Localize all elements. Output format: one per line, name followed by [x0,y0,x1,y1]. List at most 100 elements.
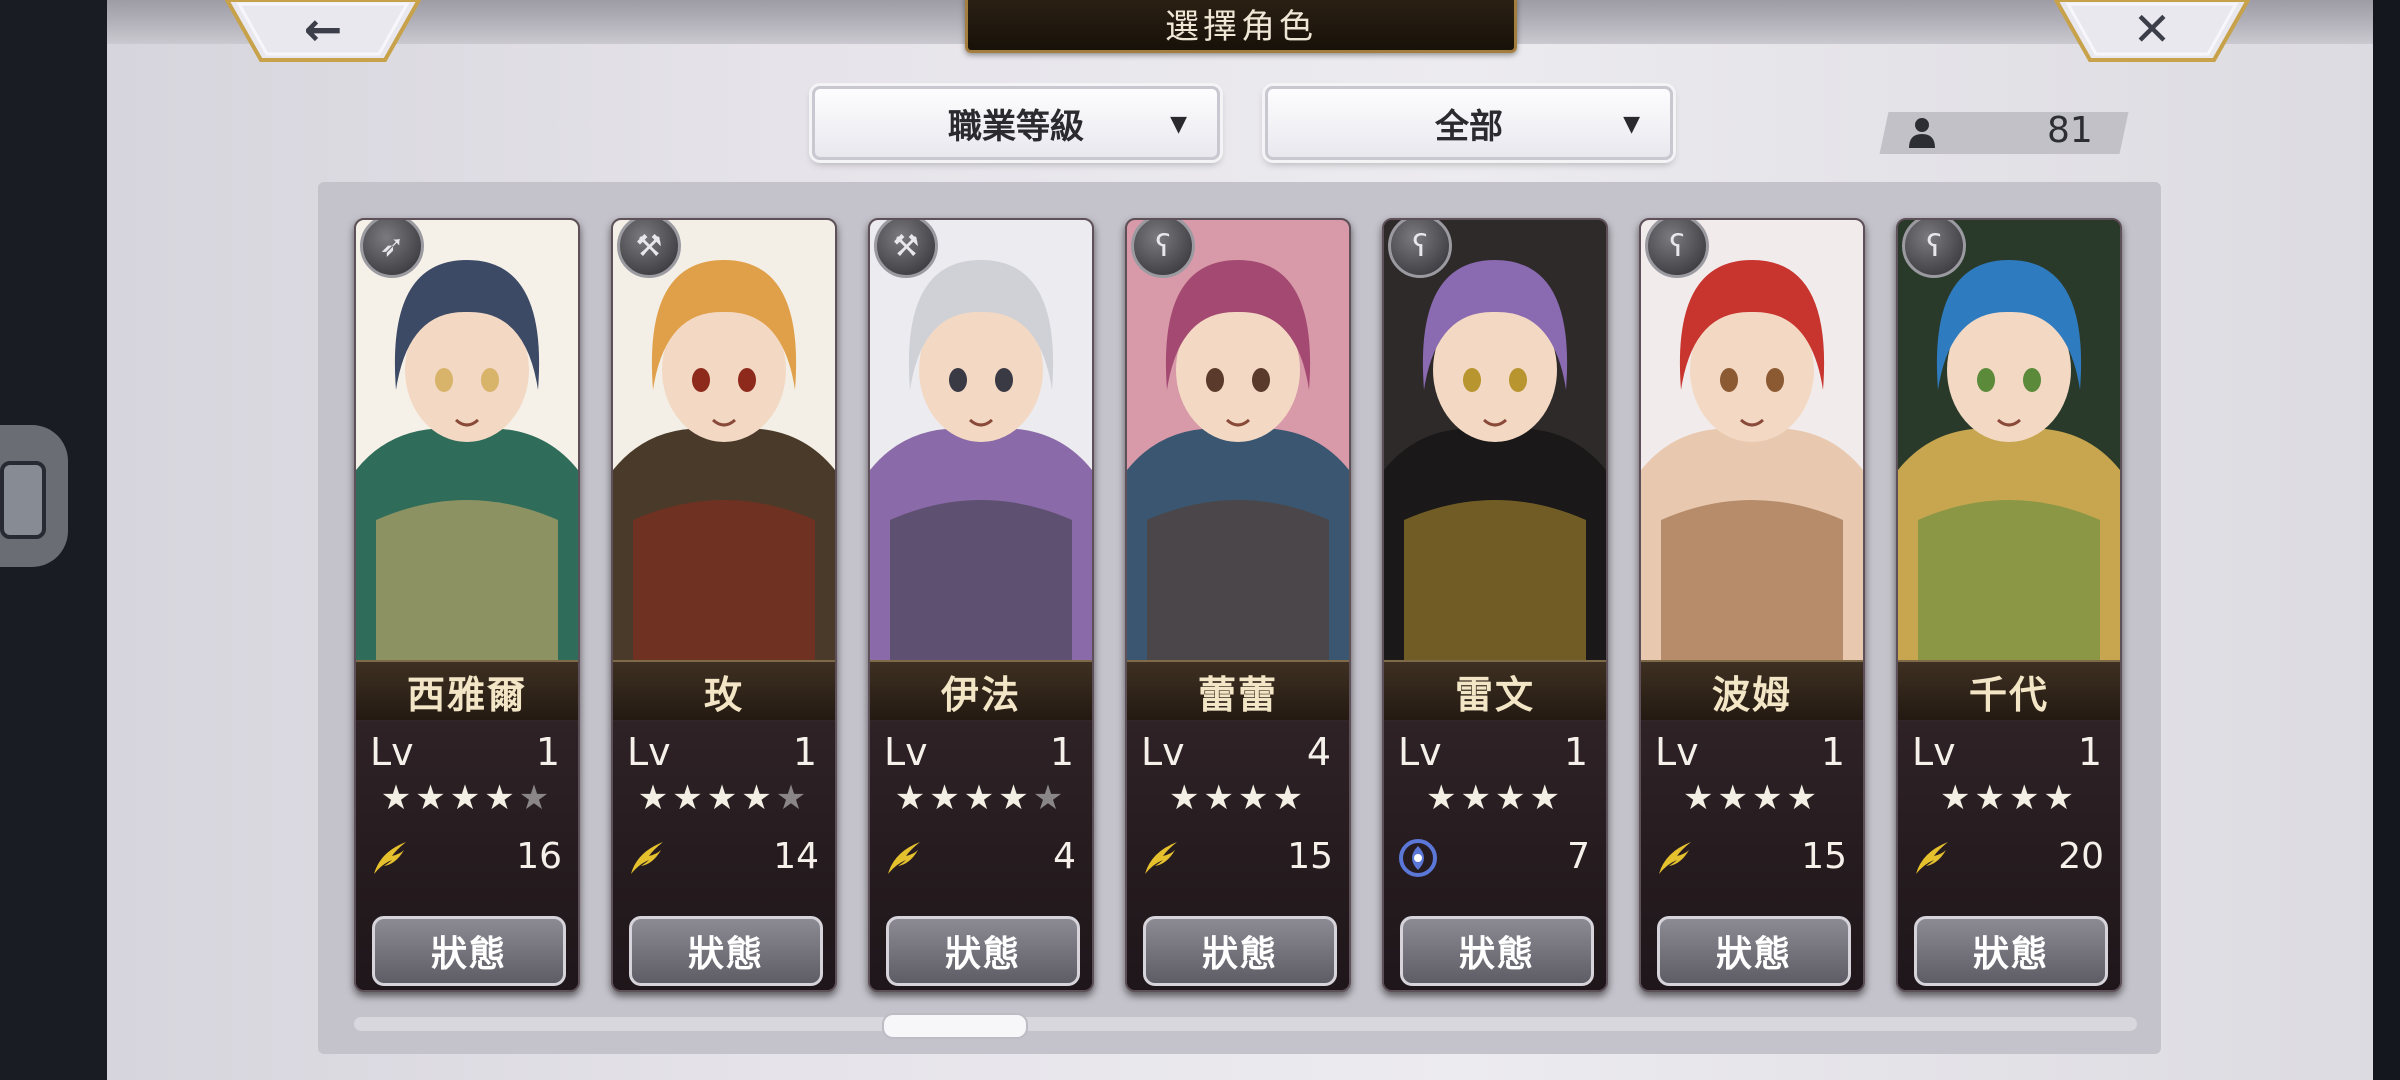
character-stats: Lv 1 ★★★★★ 4 狀態 [870,720,1092,990]
star-icon: ★ [929,778,964,818]
star-icon: ★ [1426,778,1461,818]
character-name: 雷文 [1384,660,1606,722]
level-value: 1 [1049,730,1074,774]
star-icon: ★ [1940,778,1975,818]
element-value: 7 [1567,836,1590,877]
rarity-stars: ★★★★★ [356,778,578,818]
screen-title: 選擇角色 [965,0,1517,53]
character-stats: Lv 1 ★★★★★ 14 狀態 [613,720,835,990]
status-button[interactable]: 狀態 [1914,916,2108,986]
character-stats: Lv 1 ★★★★ 7 狀態 [1384,720,1606,990]
chevron-down-icon: ▼ [1623,111,1640,137]
rarity-stars: ★★★★ [1127,778,1349,818]
wind-feather-icon [1141,838,1181,878]
character-card[interactable]: ʕ 千代 Lv 1 ★★★★ 20 狀態 [1896,218,2122,992]
character-name: 波姆 [1641,660,1863,722]
level-value: 1 [1563,730,1588,774]
wind-feather-icon [627,838,667,878]
horizontal-scrollbar[interactable] [354,1017,2137,1031]
star-icon: ★ [1238,778,1273,818]
wind-feather-icon [884,838,924,878]
back-arrow-icon: ← [303,2,343,56]
character-card[interactable]: ʕ 蕾蕾 Lv 4 ★★★★ 15 狀態 [1125,218,1351,992]
wind-feather-icon [370,838,410,878]
character-stats: Lv 1 ★★★★ 20 狀態 [1898,720,2120,990]
star-icon: ★ [998,778,1033,818]
element-value: 15 [1801,836,1847,877]
character-portrait [356,220,578,660]
back-button[interactable]: ← [225,0,421,62]
star-icon: ★ [1495,778,1530,818]
character-stats: Lv 1 ★★★★ 15 狀態 [1641,720,1863,990]
rarity-stars: ★★★★★ [613,778,835,818]
level-label: Lv [1655,730,1699,774]
star-icon: ★ [449,778,485,818]
star-icon: ★ [637,778,673,818]
star-icon: ★ [2043,778,2078,818]
star-icon: ★ [484,778,519,818]
star-icon: ★ [2009,778,2044,818]
filter-all-dropdown[interactable]: 全部 ▼ [1265,86,1673,160]
status-button[interactable]: 狀態 [1143,916,1337,986]
character-portrait [1127,220,1349,660]
filter-all-label: 全部 [1435,106,1503,147]
level-label: Lv [1398,730,1442,774]
character-select-screen: ← 選擇角色 ✕ 職業等級 ▼ 全部 ▼ 81 ➶ 西雅爾 Lv 1 ★★★★★ 16 狀態… [107,0,2373,1080]
rarity-stars: ★★★★ [1641,778,1863,818]
level-value: 1 [792,730,817,774]
job-level-sort-dropdown[interactable]: 職業等級 ▼ [812,86,1220,160]
level-value: 1 [2077,730,2102,774]
level-label: Lv [627,730,671,774]
character-portrait [613,220,835,660]
character-portrait [1898,220,2120,660]
character-card[interactable]: ʕ 雷文 Lv 1 ★★★★ 7 狀態 [1382,218,1608,992]
star-icon: ★ [1203,778,1238,818]
level-label: Lv [884,730,928,774]
water-swirl-icon [1398,838,1438,878]
status-button[interactable]: 狀態 [1657,916,1851,986]
star-icon: ★ [1786,778,1821,818]
scrollbar-thumb[interactable] [882,1013,1028,1039]
character-card[interactable]: ➶ 西雅爾 Lv 1 ★★★★★ 16 狀態 [354,218,580,992]
star-icon: ★ [1460,778,1495,818]
assistant-icon [0,461,46,539]
level-value: 1 [1820,730,1845,774]
star-icon: ★ [741,778,776,818]
character-portrait [870,220,1092,660]
job-level-sort-label: 職業等級 [948,106,1084,147]
character-stats: Lv 4 ★★★★ 15 狀態 [1127,720,1349,990]
element-value: 20 [2058,836,2104,877]
star-icon: ★ [1974,778,2009,818]
status-button[interactable]: 狀態 [886,916,1080,986]
close-button[interactable]: ✕ [2054,0,2250,62]
rarity-stars: ★★★★ [1898,778,2120,818]
star-icon: ★ [1032,778,1068,818]
floating-assistant-bubble[interactable] [0,425,68,567]
star-icon: ★ [775,778,811,818]
rarity-stars: ★★★★★ [870,778,1092,818]
star-icon: ★ [1683,778,1718,818]
character-card[interactable]: ⚒ 伊法 Lv 1 ★★★★★ 4 狀態 [868,218,1094,992]
character-card[interactable]: ⚒ 玫 Lv 1 ★★★★★ 14 狀態 [611,218,837,992]
star-icon: ★ [380,778,416,818]
wind-feather-icon [1655,838,1695,878]
person-icon [1907,116,1937,156]
element-value: 16 [516,836,562,877]
character-portrait [1384,220,1606,660]
character-name: 西雅爾 [356,660,578,722]
status-button[interactable]: 狀態 [1400,916,1594,986]
element-value: 14 [773,836,819,877]
rarity-stars: ★★★★ [1384,778,1606,818]
level-value: 1 [535,730,560,774]
character-name: 蕾蕾 [1127,660,1349,722]
star-icon: ★ [672,778,707,818]
status-button[interactable]: 狀態 [629,916,823,986]
star-icon: ★ [1752,778,1787,818]
element-value: 4 [1053,836,1076,877]
chevron-down-icon: ▼ [1170,111,1187,137]
close-icon: ✕ [2132,2,2172,56]
character-name: 千代 [1898,660,2120,722]
star-icon: ★ [1717,778,1752,818]
status-button[interactable]: 狀態 [372,916,566,986]
character-card[interactable]: ʕ 波姆 Lv 1 ★★★★ 15 狀態 [1639,218,1865,992]
